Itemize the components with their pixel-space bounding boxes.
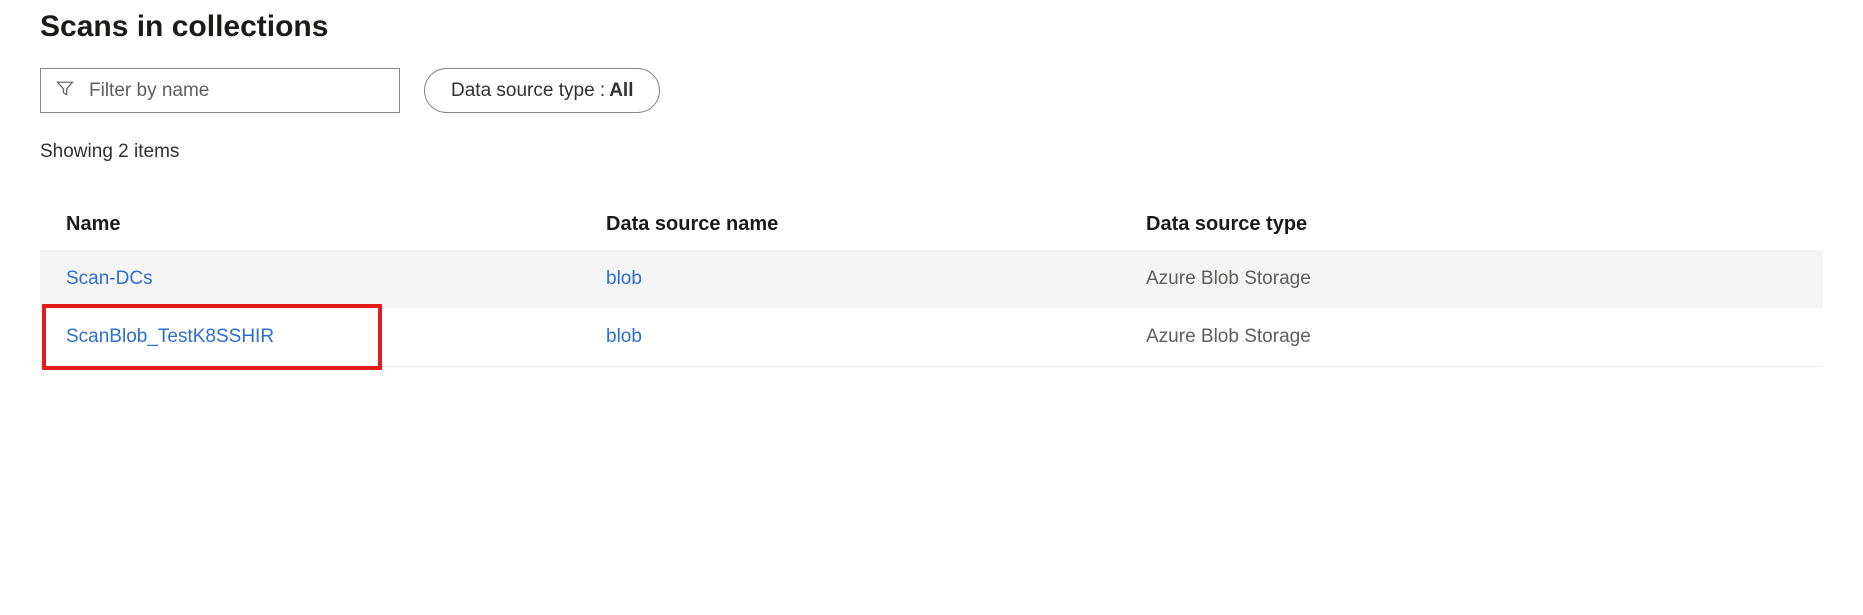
pill-label: Data source type :	[451, 80, 605, 102]
scans-table: Name Data source name Data source type S…	[40, 199, 1823, 367]
filter-by-name-box[interactable]	[40, 68, 400, 113]
data-source-type-value: Azure Blob Storage	[1146, 326, 1311, 347]
scan-name-link[interactable]: Scan-DCs	[66, 268, 153, 289]
scan-name-link[interactable]: ScanBlob_TestK8SSHIR	[66, 326, 274, 347]
table-row: Scan-DCs blob Azure Blob Storage	[40, 250, 1823, 308]
data-source-link[interactable]: blob	[606, 326, 642, 347]
data-source-link[interactable]: blob	[606, 268, 642, 289]
table-row: ScanBlob_TestK8SSHIR blob Azure Blob Sto…	[40, 308, 1823, 367]
page-title: Scans in collections	[40, 10, 1823, 44]
col-header-name[interactable]: Name	[40, 199, 580, 250]
status-text: Showing 2 items	[40, 141, 1823, 163]
col-header-type[interactable]: Data source type	[1120, 199, 1823, 250]
data-source-type-filter[interactable]: Data source type : All	[424, 68, 660, 113]
table-header-row: Name Data source name Data source type	[40, 199, 1823, 250]
col-header-source[interactable]: Data source name	[580, 199, 1120, 250]
data-source-type-value: Azure Blob Storage	[1146, 268, 1311, 289]
filter-icon	[55, 78, 75, 103]
filter-input[interactable]	[89, 80, 385, 102]
pill-value: All	[609, 80, 633, 102]
controls-row: Data source type : All	[40, 68, 1823, 113]
